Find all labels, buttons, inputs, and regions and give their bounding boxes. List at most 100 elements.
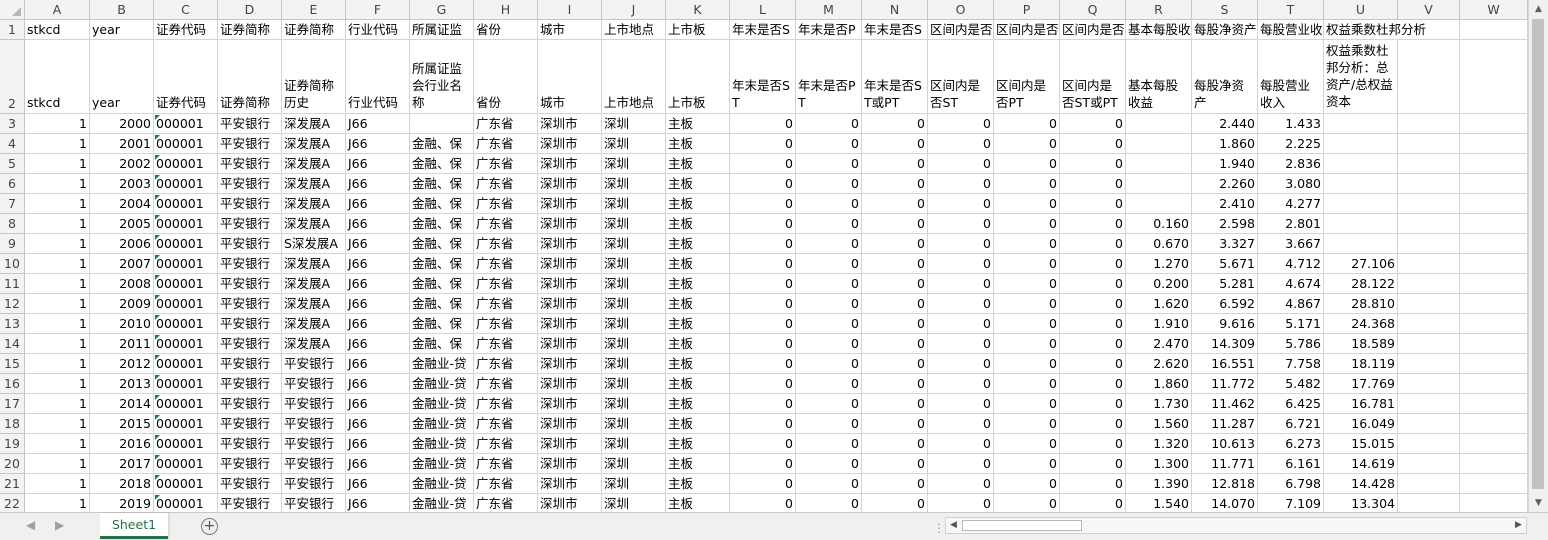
data-cell[interactable]: 平安银行 — [218, 214, 282, 234]
data-cell[interactable]: 深圳市 — [538, 294, 602, 314]
row-header-20[interactable]: 20 — [0, 454, 25, 474]
data-cell[interactable] — [1126, 154, 1192, 174]
data-cell[interactable]: 6.273 — [1258, 434, 1324, 454]
data-cell[interactable]: 0 — [862, 314, 928, 334]
data-cell[interactable]: 0.670 — [1126, 234, 1192, 254]
text-number-indicator-icon[interactable] — [155, 435, 160, 440]
data-cell[interactable]: 0 — [928, 214, 994, 234]
data-cell[interactable]: 6.798 — [1258, 474, 1324, 494]
data-cell[interactable]: 广东省 — [474, 454, 538, 474]
data-cell[interactable]: 2009 — [90, 294, 154, 314]
data-cell[interactable]: 0 — [730, 114, 796, 134]
column-label-cell[interactable]: 城市 — [538, 40, 602, 114]
data-cell[interactable]: 1 — [25, 354, 90, 374]
data-cell[interactable]: 深圳市 — [538, 434, 602, 454]
text-number-indicator-icon[interactable] — [155, 495, 160, 500]
header-cell[interactable]: 区间内是否 — [1060, 20, 1126, 40]
data-cell[interactable]: 7.109 — [1258, 494, 1324, 512]
data-cell[interactable]: 深圳 — [602, 274, 666, 294]
column-header-m[interactable]: M — [796, 0, 862, 20]
data-cell[interactable]: 4.712 — [1258, 254, 1324, 274]
data-cell[interactable]: 广东省 — [474, 154, 538, 174]
data-cell[interactable]: 3.327 — [1192, 234, 1258, 254]
data-cell[interactable]: 2019 — [90, 494, 154, 512]
empty-cell[interactable] — [1398, 234, 1460, 254]
data-cell[interactable]: 深圳 — [602, 414, 666, 434]
data-cell[interactable]: 1 — [25, 194, 90, 214]
vertical-scrollbar[interactable]: ▲ ▼ — [1528, 0, 1548, 512]
data-cell[interactable]: 10.613 — [1192, 434, 1258, 454]
data-cell[interactable]: J66 — [346, 474, 410, 494]
data-cell[interactable]: 1.390 — [1126, 474, 1192, 494]
data-cell[interactable]: 金融、保 — [410, 314, 474, 334]
data-cell[interactable]: 0 — [928, 194, 994, 214]
column-label-cell[interactable]: 每股净资产 — [1192, 40, 1258, 114]
data-cell[interactable]: 深发展A — [282, 174, 346, 194]
column-label-cell[interactable] — [1460, 40, 1528, 114]
data-cell[interactable]: 000001 — [154, 194, 218, 214]
column-label-cell[interactable]: 证券代码 — [154, 40, 218, 114]
data-cell[interactable]: 平安银行 — [218, 114, 282, 134]
column-header-t[interactable]: T — [1258, 0, 1324, 20]
data-cell[interactable]: 1 — [25, 214, 90, 234]
column-label-cell[interactable]: 证券简称 — [218, 40, 282, 114]
data-cell[interactable]: 0 — [994, 254, 1060, 274]
data-cell[interactable]: 3.080 — [1258, 174, 1324, 194]
data-cell[interactable]: 14.428 — [1324, 474, 1398, 494]
data-cell[interactable]: 平安银行 — [218, 434, 282, 454]
data-cell[interactable]: 平安银行 — [282, 434, 346, 454]
data-cell[interactable]: 0 — [928, 294, 994, 314]
data-cell[interactable] — [1324, 114, 1398, 134]
data-cell[interactable]: 1.320 — [1126, 434, 1192, 454]
triangle-left-icon[interactable]: ◀ — [26, 518, 35, 532]
data-cell[interactable]: 0 — [796, 234, 862, 254]
row-header-9[interactable]: 9 — [0, 234, 25, 254]
data-cell[interactable]: 深圳市 — [538, 254, 602, 274]
data-cell[interactable]: 5.281 — [1192, 274, 1258, 294]
column-label-cell[interactable]: 证券简称历史 — [282, 40, 346, 114]
data-cell[interactable] — [1126, 174, 1192, 194]
data-cell[interactable]: 深圳市 — [538, 234, 602, 254]
data-cell[interactable]: 深圳市 — [538, 494, 602, 512]
data-cell[interactable]: 0 — [796, 114, 862, 134]
data-cell[interactable]: 广东省 — [474, 314, 538, 334]
data-cell[interactable]: 深发展A — [282, 154, 346, 174]
row-header-6[interactable]: 6 — [0, 174, 25, 194]
data-cell[interactable]: 2.260 — [1192, 174, 1258, 194]
data-cell[interactable]: 0 — [994, 494, 1060, 512]
data-cell[interactable]: 17.769 — [1324, 374, 1398, 394]
data-cell[interactable]: 深圳 — [602, 454, 666, 474]
row-header-17[interactable]: 17 — [0, 394, 25, 414]
data-cell[interactable]: 0 — [796, 494, 862, 512]
column-label-cell[interactable]: 区间内是否ST — [928, 40, 994, 114]
data-cell[interactable]: J66 — [346, 114, 410, 134]
data-cell[interactable]: 000001 — [154, 394, 218, 414]
text-number-indicator-icon[interactable] — [155, 415, 160, 420]
empty-cell[interactable] — [1460, 454, 1528, 474]
data-cell[interactable]: 2.620 — [1126, 354, 1192, 374]
data-cell[interactable] — [1324, 154, 1398, 174]
header-cell[interactable]: 证券简称 — [282, 20, 346, 40]
data-cell[interactable]: 0 — [862, 334, 928, 354]
header-cell[interactable]: 省份 — [474, 20, 538, 40]
data-cell[interactable]: 000001 — [154, 314, 218, 334]
column-label-cell[interactable]: 年末是否ST — [730, 40, 796, 114]
header-cell[interactable]: 上市地点 — [602, 20, 666, 40]
header-cell[interactable]: 每股营业收 — [1258, 20, 1324, 40]
data-cell[interactable]: 16.781 — [1324, 394, 1398, 414]
data-cell[interactable]: 广东省 — [474, 134, 538, 154]
data-cell[interactable]: 1 — [25, 134, 90, 154]
data-cell[interactable]: 0 — [928, 494, 994, 512]
data-cell[interactable]: 主板 — [666, 254, 730, 274]
data-cell[interactable]: 0.200 — [1126, 274, 1192, 294]
data-cell[interactable]: 广东省 — [474, 294, 538, 314]
column-header-w[interactable]: W — [1460, 0, 1528, 20]
data-cell[interactable]: J66 — [346, 334, 410, 354]
data-cell[interactable]: 000001 — [154, 414, 218, 434]
data-cell[interactable]: 主板 — [666, 154, 730, 174]
select-all-corner[interactable] — [0, 0, 25, 20]
data-cell[interactable]: 000001 — [154, 254, 218, 274]
data-cell[interactable]: 2006 — [90, 234, 154, 254]
data-cell[interactable]: 0 — [796, 134, 862, 154]
data-cell[interactable]: 金融业-贷 — [410, 414, 474, 434]
